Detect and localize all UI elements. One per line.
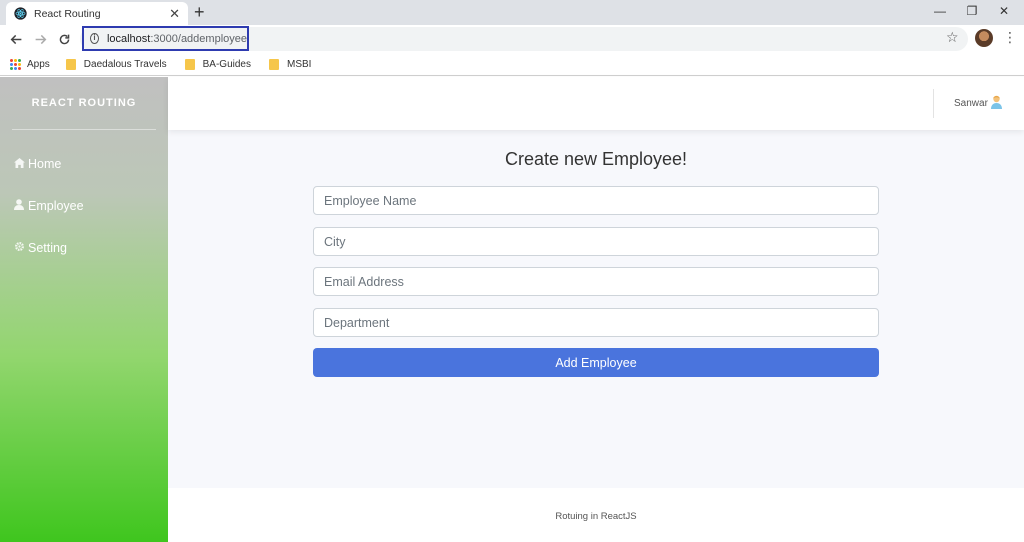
bookmark-label: MSBI — [286, 58, 312, 70]
home-icon — [13, 157, 25, 171]
bookmark-label: Apps — [27, 58, 50, 70]
tab-title: React Routing — [34, 7, 101, 20]
bookmark-label: BA-Guides — [202, 58, 251, 70]
sidebar-item-setting[interactable]: Setting — [13, 241, 67, 255]
sidebar-item-label: Setting — [28, 241, 67, 255]
department-input[interactable] — [313, 308, 879, 337]
react-logo-icon — [14, 7, 27, 20]
tab-close-icon[interactable]: ✕ — [169, 6, 180, 22]
sidebar-divider — [12, 129, 156, 130]
profile-avatar[interactable] — [975, 29, 993, 47]
url-host: localhost — [106, 32, 151, 45]
browser-toolbar: i localhost:3000/addemployee ☆ ⋮ — [0, 25, 1024, 53]
email-address-input[interactable] — [313, 267, 879, 296]
sidebar-item-label: Employee — [28, 199, 84, 213]
app-header: Sanwar — [168, 77, 1024, 130]
header-divider — [933, 89, 934, 118]
site-info-icon[interactable]: i — [90, 33, 99, 44]
user-avatar-icon[interactable] — [991, 95, 1002, 109]
back-arrow-icon[interactable] — [6, 29, 26, 49]
footer-text: Rotuing in ReactJS — [555, 511, 637, 522]
window-close-icon[interactable]: ✕ — [988, 0, 1020, 22]
browser-menu-icon[interactable]: ⋮ — [1003, 29, 1017, 46]
city-input[interactable] — [313, 227, 879, 256]
username[interactable]: Sanwar — [954, 98, 988, 109]
add-employee-button[interactable]: Add Employee — [313, 348, 879, 377]
browser-tab[interactable]: React Routing ✕ — [6, 2, 188, 25]
minimize-icon[interactable]: — — [924, 0, 956, 22]
bookmark-star-icon[interactable]: ☆ — [946, 29, 959, 46]
apps-grid-icon — [10, 58, 21, 70]
bookmark-ba-guides[interactable]: BA-Guides — [184, 58, 251, 70]
sidebar-item-home[interactable]: Home — [13, 157, 61, 171]
folder-icon — [268, 58, 279, 70]
folder-icon — [65, 58, 76, 70]
bookmark-label: Daedalous Travels — [83, 58, 167, 70]
employee-name-input[interactable] — [313, 186, 879, 215]
page-title: Create new Employee! — [504, 149, 688, 169]
sidebar-item-label: Home — [28, 157, 62, 171]
bookmarks-bar: Apps Daedalous Travels BA-Guides MSBI — [0, 53, 1024, 76]
new-tab-button[interactable]: + — [194, 2, 205, 22]
main-content: Create new Employee! Add Employee — [168, 130, 1024, 488]
bookmark-daedalous-travels[interactable]: Daedalous Travels — [65, 58, 167, 70]
url-field[interactable]: i localhost:3000/addemployee — [82, 26, 249, 51]
user-icon — [13, 199, 25, 213]
forward-arrow-icon[interactable] — [30, 29, 50, 49]
browser-tab-strip: React Routing ✕ + — ❐ ✕ — [0, 0, 1024, 25]
sidebar-item-employee[interactable]: Employee — [13, 199, 84, 213]
reload-icon[interactable] — [54, 29, 74, 49]
bookmark-apps[interactable]: Apps — [10, 58, 50, 70]
restore-icon[interactable]: ❐ — [956, 0, 988, 22]
gear-icon — [13, 241, 25, 255]
sidebar: REACT ROUTING Home Employee Setting — [0, 77, 168, 542]
folder-icon — [184, 58, 195, 70]
url-path: :3000/addemployee — [150, 32, 247, 45]
brand-title[interactable]: REACT ROUTING — [0, 97, 168, 109]
app-footer: Rotuing in ReactJS — [168, 488, 1024, 542]
bookmark-msbi[interactable]: MSBI — [268, 58, 312, 70]
